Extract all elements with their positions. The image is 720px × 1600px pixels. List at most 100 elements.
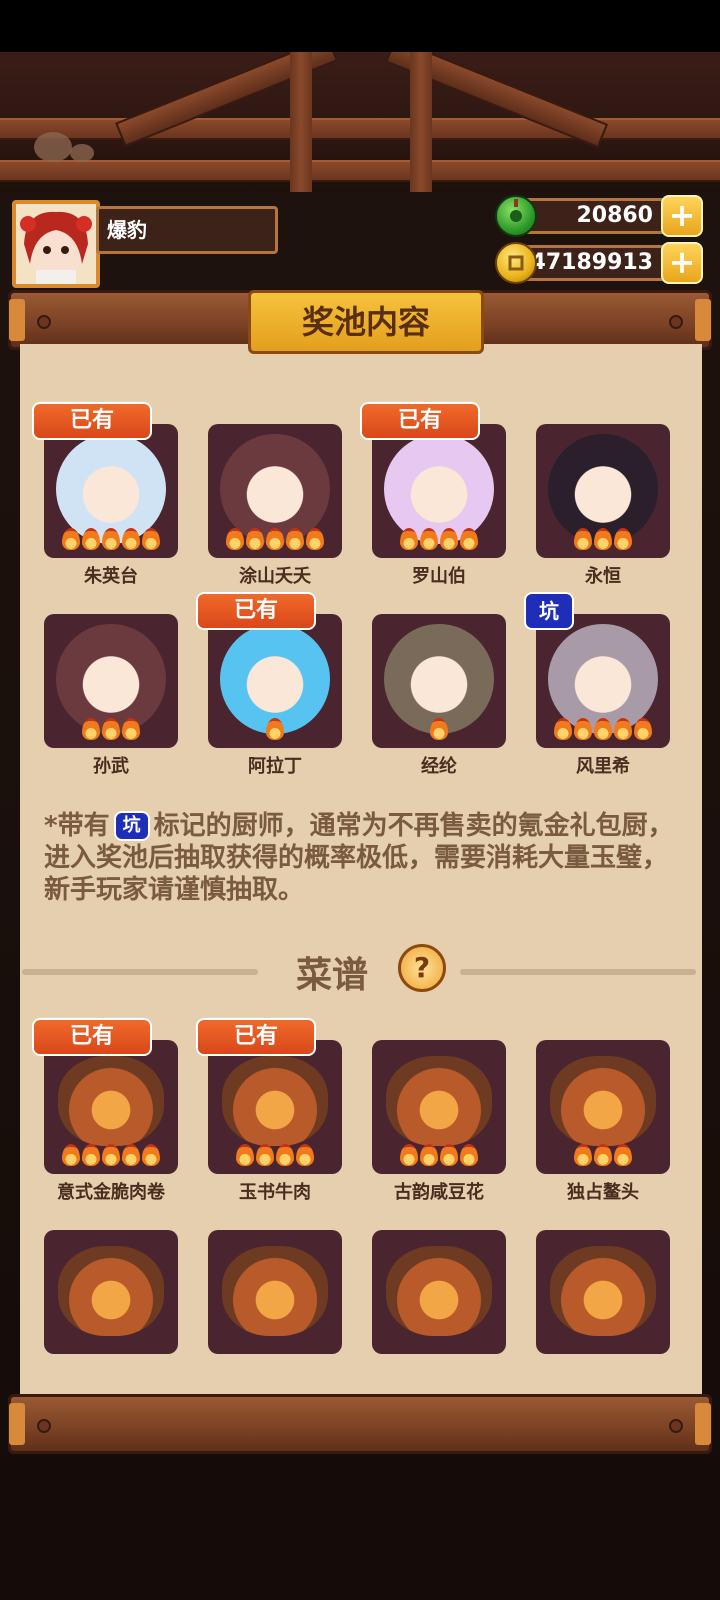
chef-portrait (44, 614, 178, 748)
divider-right (460, 969, 696, 975)
flame-icon (440, 1144, 458, 1166)
flame-icon (82, 528, 100, 550)
pit-notice: *带有坑标记的厨师，通常为不再售卖的氪金礼包厨，进入奖池后抽取获得的概率极低，需… (44, 810, 684, 906)
dish-art-icon (58, 1246, 164, 1336)
flame-icon (102, 1144, 120, 1166)
add-jade-button[interactable]: + (661, 195, 703, 237)
chick-decoration (70, 144, 94, 162)
chef-name: 孙武 (93, 756, 129, 777)
recipe-image (372, 1230, 506, 1354)
flame-icon (440, 528, 458, 550)
chef-portrait (208, 614, 342, 748)
flame-icon (460, 528, 478, 550)
flame-icon (236, 1144, 254, 1166)
chef-portrait (372, 614, 506, 748)
flame-icon (122, 1144, 140, 1166)
dish-art-icon (386, 1246, 492, 1336)
chef-portrait (208, 424, 342, 558)
rarity-flames (208, 528, 342, 554)
plus-icon: + (668, 243, 696, 281)
recipe-name: 独占鳌头 (567, 1182, 639, 1203)
dish-art-icon (550, 1246, 656, 1336)
flame-icon (430, 718, 448, 740)
plus-icon: + (668, 196, 696, 234)
rarity-flames (208, 1144, 342, 1170)
recipe-image (536, 1040, 670, 1174)
flame-icon (142, 1144, 160, 1166)
dish-art-icon (386, 1056, 492, 1146)
rarity-flames (208, 718, 342, 744)
status-bar (0, 0, 720, 52)
flame-icon (554, 718, 572, 740)
jade-amount: 20860 (576, 203, 653, 228)
jade-coin-icon (495, 195, 537, 237)
chef-name: 阿拉丁 (248, 756, 302, 777)
owned-tag: 已有 (32, 1018, 152, 1056)
owned-tag: 已有 (32, 402, 152, 440)
flame-icon (634, 718, 652, 740)
recipes-section-title: 菜谱 (296, 955, 369, 996)
owned-tag: 已有 (196, 592, 316, 630)
help-button[interactable]: ? (398, 944, 446, 992)
chef-portrait (536, 614, 670, 748)
rarity-flames (44, 528, 178, 554)
recipe-name: 意式金脆肉卷 (57, 1182, 165, 1203)
coin-amount: 47189913 (530, 250, 653, 275)
avatar-portrait-icon (20, 211, 92, 284)
panel-title: 奖池内容 (248, 290, 484, 354)
recipe-image (208, 1040, 342, 1174)
coin-counter: 47189913 + (495, 242, 703, 284)
add-coins-button[interactable]: + (661, 242, 703, 284)
roof-background (0, 52, 720, 192)
owned-tag: 已有 (360, 402, 480, 440)
flame-icon (306, 528, 324, 550)
owned-tag: 已有 (196, 1018, 316, 1056)
chef-portrait (536, 424, 670, 558)
chef-name: 罗山伯 (412, 566, 466, 587)
flame-icon (574, 718, 592, 740)
flame-icon (122, 528, 140, 550)
rarity-flames (536, 718, 670, 744)
flame-icon (460, 1144, 478, 1166)
chef-portrait (372, 424, 506, 558)
flame-icon (266, 528, 284, 550)
gold-coin-icon (495, 242, 537, 284)
flame-icon (142, 528, 160, 550)
flame-icon (614, 1144, 632, 1166)
flame-icon (420, 528, 438, 550)
flame-icon (256, 1144, 274, 1166)
flame-icon (226, 528, 244, 550)
player-name: 爆豹 (96, 206, 278, 254)
flame-icon (594, 1144, 612, 1166)
flame-icon (400, 528, 418, 550)
rarity-flames (372, 718, 506, 744)
dish-art-icon (222, 1246, 328, 1336)
flame-icon (102, 528, 120, 550)
chick-decoration (34, 132, 72, 162)
jade-counter: 20860 + (495, 195, 703, 237)
rarity-flames (372, 1144, 506, 1170)
flame-icon (246, 528, 264, 550)
flame-icon (594, 528, 612, 550)
flame-icon (296, 1144, 314, 1166)
dish-art-icon (550, 1056, 656, 1146)
rarity-flames (44, 718, 178, 744)
recipe-image (372, 1040, 506, 1174)
rarity-flames (44, 1144, 178, 1170)
flame-icon (122, 718, 140, 740)
chef-name: 朱英台 (84, 566, 138, 587)
flame-icon (420, 1144, 438, 1166)
recipe-image (208, 1230, 342, 1354)
recipe-image (44, 1230, 178, 1354)
flame-icon (266, 718, 284, 740)
rarity-flames (372, 528, 506, 554)
player-avatar[interactable] (12, 200, 100, 288)
notice-prefix: *带有 (44, 811, 110, 841)
recipe-name: 玉书牛肉 (239, 1182, 311, 1203)
flame-icon (82, 718, 100, 740)
chef-portrait (44, 424, 178, 558)
chef-name: 风里希 (576, 756, 630, 777)
chef-name: 永恒 (585, 566, 621, 587)
flame-icon (82, 1144, 100, 1166)
chef-name: 涂山夭夭 (239, 566, 311, 587)
